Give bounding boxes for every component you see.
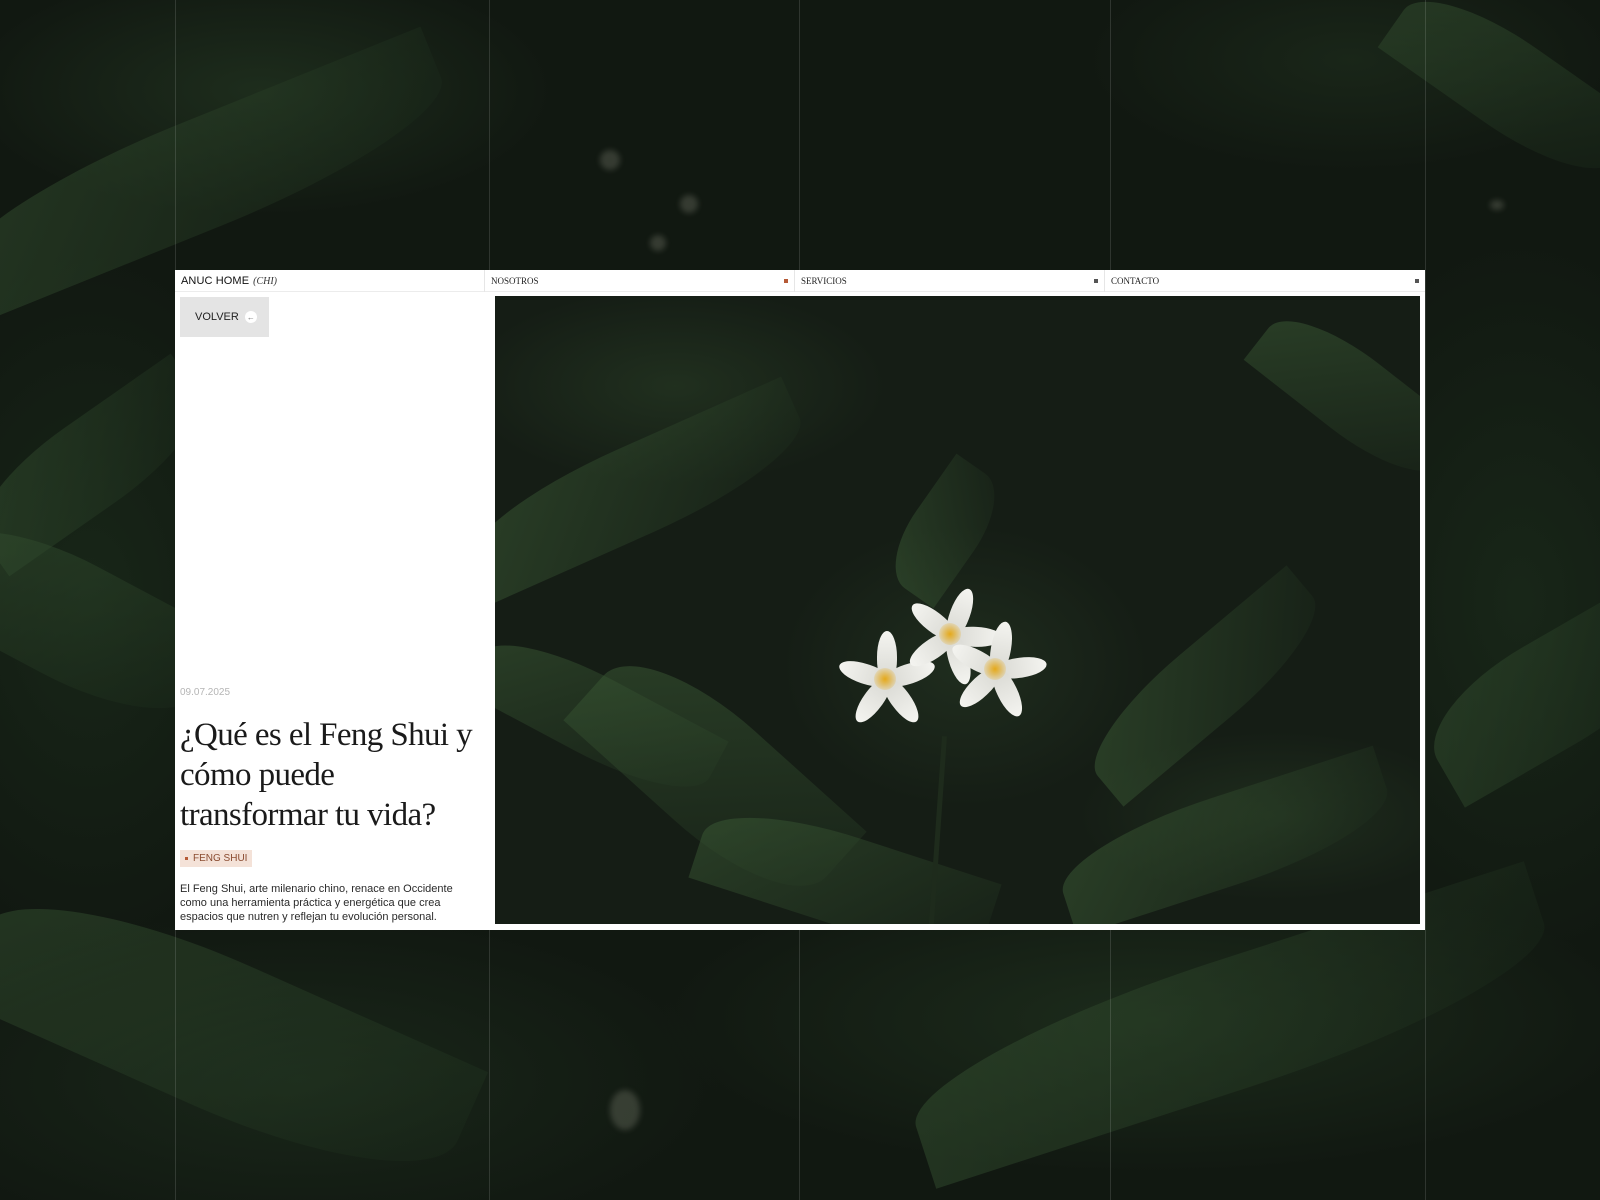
- brand-logo[interactable]: ANUC HOME (CHI): [175, 270, 485, 292]
- nav-item-contacto[interactable]: CONTACTO: [1105, 270, 1425, 292]
- hero-image-frangipani: [495, 296, 1420, 924]
- category-tag-label: FENG SHUI: [193, 853, 248, 864]
- arrow-left-icon: ←: [244, 311, 257, 323]
- nav-item-servicios[interactable]: SERVICIOS: [795, 270, 1105, 292]
- back-button[interactable]: VOLVER ←: [180, 297, 269, 337]
- brand-name: ANUC HOME: [181, 275, 250, 287]
- article-title: ¿Qué es el Feng Shui y cómo puede transf…: [180, 717, 473, 833]
- square-dot-icon: [1094, 279, 1098, 283]
- nav-item-label: CONTACTO: [1111, 276, 1160, 286]
- category-tag[interactable]: FENG SHUI: [180, 850, 253, 867]
- article-panel: ANUC HOME (CHI) NOSOTROS SERVICIOS CONTA…: [175, 270, 1425, 930]
- square-dot-icon: [1415, 279, 1419, 283]
- top-nav: ANUC HOME (CHI) NOSOTROS SERVICIOS CONTA…: [175, 270, 1425, 292]
- nav-item-label: SERVICIOS: [801, 276, 847, 286]
- square-dot-icon: [784, 279, 788, 283]
- back-button-label: VOLVER: [195, 311, 239, 323]
- nav-item-nosotros[interactable]: NOSOTROS: [485, 270, 795, 292]
- frangipani-flower-cluster: [825, 576, 1055, 756]
- square-dot-icon: [185, 857, 188, 860]
- nav-item-label: NOSOTROS: [491, 276, 539, 286]
- article-excerpt: El Feng Shui, arte milenario chino, rena…: [180, 883, 453, 923]
- grid-line: [1425, 0, 1426, 1200]
- brand-region: (CHI): [253, 275, 278, 287]
- article-date: 09.07.2025: [180, 687, 231, 698]
